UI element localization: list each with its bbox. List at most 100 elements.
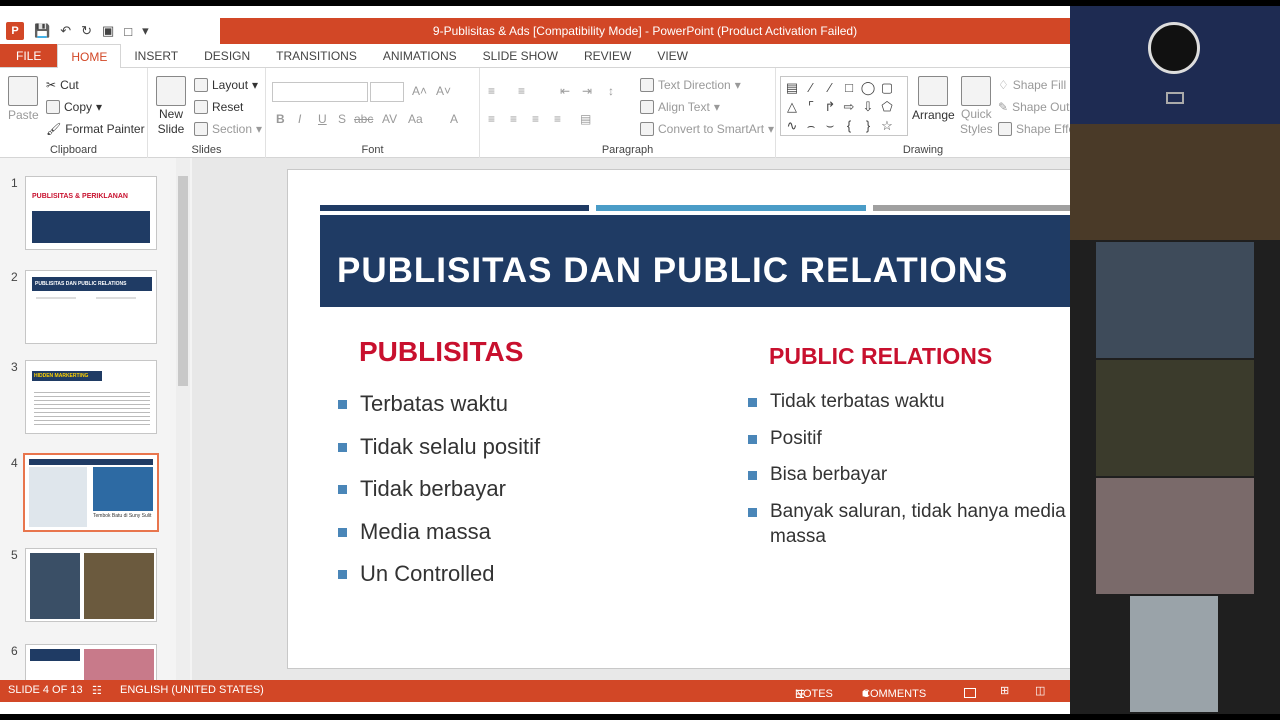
- line-spacing-icon[interactable]: ↕: [608, 84, 614, 98]
- left-column-title[interactable]: PUBLISITAS: [359, 336, 523, 368]
- shape-outline-button[interactable]: ✎ Shape Outl: [998, 100, 1070, 114]
- underline-button[interactable]: U: [318, 112, 327, 126]
- scrollbar-thumb[interactable]: [178, 176, 188, 386]
- bullet-item[interactable]: Terbatas waktu: [338, 390, 688, 419]
- font-size-combo[interactable]: [370, 82, 404, 102]
- star-shape-icon[interactable]: ☆: [878, 117, 896, 135]
- spell-check-icon[interactable]: ☷: [92, 684, 102, 697]
- bullet-item[interactable]: Positif: [748, 427, 1070, 452]
- bullet-item[interactable]: Tidak berbayar: [338, 475, 688, 504]
- tab-view[interactable]: VIEW: [644, 44, 701, 67]
- redo-icon[interactable]: ↻: [81, 23, 92, 39]
- grow-font-icon[interactable]: A˄: [412, 84, 427, 98]
- reset-button[interactable]: Reset: [194, 100, 243, 114]
- new-file-icon[interactable]: □: [124, 24, 132, 39]
- line-shape-icon[interactable]: ∕: [821, 79, 839, 97]
- arc-shape-icon[interactable]: ⌣: [821, 117, 839, 135]
- triangle-shape-icon[interactable]: △: [783, 98, 801, 116]
- columns-icon[interactable]: ▤: [580, 112, 591, 126]
- save-icon[interactable]: 💾: [34, 23, 50, 39]
- customize-qat-icon[interactable]: ▾: [142, 23, 149, 39]
- thumbnail-preview[interactable]: HIDDEN MARKERTING: [25, 360, 157, 434]
- tab-design[interactable]: DESIGN: [191, 44, 263, 67]
- tab-home[interactable]: HOME: [57, 44, 122, 69]
- format-painter-button[interactable]: 🖌 Format Painter: [46, 122, 145, 136]
- bold-button[interactable]: B: [276, 112, 285, 126]
- slide-thumbnail[interactable]: 2 PUBLISITAS DAN PUBLIC RELATIONS: [0, 270, 176, 350]
- tab-slide-show[interactable]: SLIDE SHOW: [470, 44, 571, 67]
- participant-video[interactable]: [1096, 360, 1254, 476]
- character-spacing-button[interactable]: AV: [382, 112, 397, 126]
- bullets-icon[interactable]: ≡: [488, 84, 495, 98]
- align-left-icon[interactable]: ≡: [488, 112, 495, 126]
- font-color-button[interactable]: A: [450, 112, 458, 126]
- bullet-item[interactable]: Banyak saluran, tidak hanya media massa: [748, 500, 1070, 549]
- elbow-arrow-shape-icon[interactable]: ↱: [821, 98, 839, 116]
- change-case-button[interactable]: Aa: [408, 112, 423, 126]
- left-bullet-list[interactable]: Terbatas waktu Tidak selalu positif Tidak …: [338, 390, 688, 603]
- bullet-item[interactable]: Tidak selalu positif: [338, 433, 688, 462]
- slide-thumbnail[interactable]: 1 PUBLISITAS & PERIKLANAN: [0, 176, 176, 256]
- slide-sorter-icon[interactable]: ⊞: [1000, 684, 1009, 697]
- tab-insert[interactable]: INSERT: [121, 44, 191, 67]
- curve-shape-icon[interactable]: ⌢: [802, 117, 820, 135]
- align-right-icon[interactable]: ≡: [532, 112, 539, 126]
- increase-indent-icon[interactable]: ⇥: [582, 84, 592, 98]
- tab-review[interactable]: REVIEW: [571, 44, 644, 67]
- thumbnail-scrollbar[interactable]: [176, 158, 190, 688]
- current-slide[interactable]: PUBLISITAS DAN PUBLIC RELATIONS PUBLISIT…: [287, 169, 1070, 669]
- quick-styles-button[interactable]: Quick Styles: [960, 76, 993, 136]
- elbow-shape-icon[interactable]: ⌜: [802, 98, 820, 116]
- rounded-rect-shape-icon[interactable]: ▢: [878, 79, 896, 97]
- cut-button[interactable]: ✂ Cut: [46, 78, 79, 92]
- shape-fill-button[interactable]: ♢ Shape Fill: [998, 78, 1066, 92]
- oval-shape-icon[interactable]: ◯: [859, 79, 877, 97]
- slide-thumbnail[interactable]: 3 HIDDEN MARKERTING: [0, 360, 176, 440]
- convert-smartart-button[interactable]: Convert to SmartArt ▾: [640, 122, 774, 136]
- right-column-title[interactable]: PUBLIC RELATIONS: [769, 343, 992, 370]
- arrow-shape-icon[interactable]: ⇨: [840, 98, 858, 116]
- align-center-icon[interactable]: ≡: [510, 112, 517, 126]
- justify-icon[interactable]: ≡: [554, 112, 561, 126]
- new-slide-button[interactable]: New Slide: [156, 76, 186, 136]
- slide-thumbnail[interactable]: 5: [0, 548, 176, 628]
- down-arrow-shape-icon[interactable]: ⇩: [859, 98, 877, 116]
- bullet-item[interactable]: Un Controlled: [338, 560, 688, 589]
- thumbnail-preview[interactable]: [25, 548, 157, 622]
- participant-video[interactable]: [1096, 478, 1254, 594]
- participant-video[interactable]: [1130, 596, 1218, 712]
- bullet-item[interactable]: Bisa berbayar: [748, 463, 1070, 488]
- numbering-icon[interactable]: ≡: [518, 84, 525, 98]
- textbox-shape-icon[interactable]: ▤: [783, 79, 801, 97]
- strikethrough-button[interactable]: abc: [354, 112, 373, 126]
- shrink-font-icon[interactable]: A˅: [436, 84, 451, 98]
- layout-button[interactable]: Layout ▾: [194, 78, 258, 92]
- shape-effects-button[interactable]: Shape Effe: [998, 122, 1070, 136]
- tab-animations[interactable]: ANIMATIONS: [370, 44, 470, 67]
- pentagon-shape-icon[interactable]: ⬠: [878, 98, 896, 116]
- paste-button[interactable]: Paste: [8, 76, 39, 122]
- tab-file[interactable]: FILE: [0, 44, 58, 67]
- text-direction-button[interactable]: Text Direction ▾: [640, 78, 741, 92]
- rectangle-shape-icon[interactable]: □: [840, 79, 858, 97]
- thumbnail-preview[interactable]: Tembok Batu di Suny Sulit: [23, 453, 159, 532]
- copy-button[interactable]: Copy ▾: [46, 100, 102, 114]
- align-text-button[interactable]: Align Text ▾: [640, 100, 720, 114]
- undo-icon[interactable]: ↶: [60, 23, 71, 39]
- bullet-item[interactable]: Media massa: [338, 518, 688, 547]
- freeform-shape-icon[interactable]: ∿: [783, 117, 801, 135]
- thumbnail-preview[interactable]: PUBLISITAS DAN PUBLIC RELATIONS: [25, 270, 157, 344]
- italic-button[interactable]: I: [298, 112, 301, 126]
- slide-title[interactable]: PUBLISITAS DAN PUBLIC RELATIONS: [337, 251, 1008, 291]
- thumbnail-preview[interactable]: PUBLISITAS & PERIKLANAN: [25, 176, 157, 250]
- present-icon[interactable]: ▣: [102, 23, 114, 39]
- slide-thumbnail-selected[interactable]: 4 Tembok Batu di Suny Sulit: [0, 453, 176, 536]
- reading-view-icon[interactable]: ◫: [1035, 684, 1045, 697]
- shadow-button[interactable]: S: [338, 112, 346, 126]
- line-shape-icon[interactable]: ∕: [802, 79, 820, 97]
- decrease-indent-icon[interactable]: ⇤: [560, 84, 570, 98]
- section-button[interactable]: Section ▾: [194, 122, 262, 136]
- participant-video[interactable]: [1070, 124, 1280, 240]
- bullet-item[interactable]: Tidak terbatas waktu: [748, 390, 1070, 415]
- arrange-button[interactable]: Arrange: [912, 76, 955, 122]
